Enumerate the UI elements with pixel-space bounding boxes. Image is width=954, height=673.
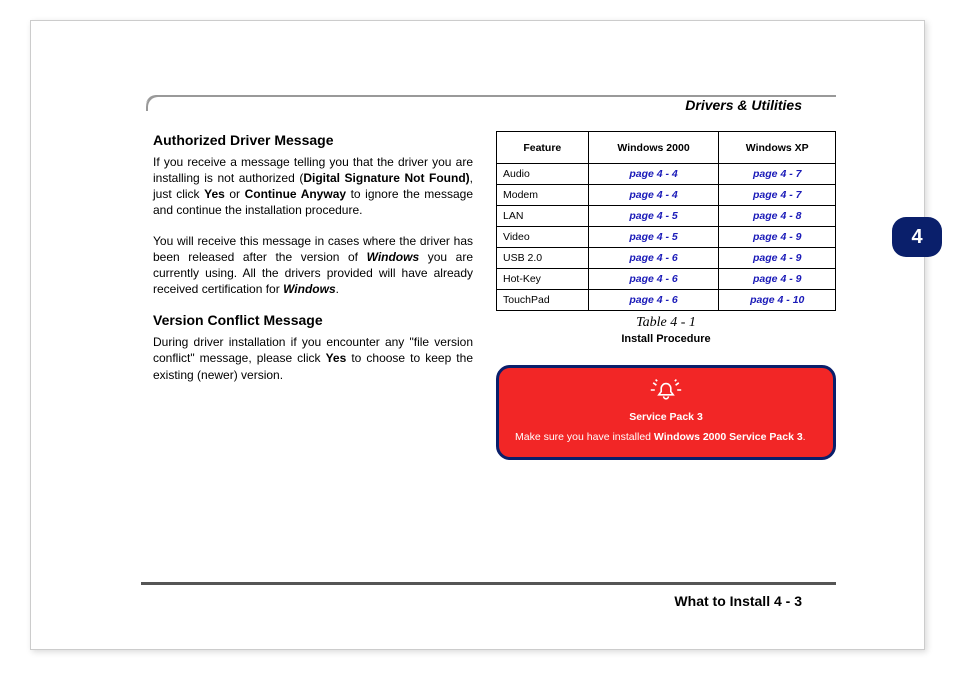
table-subcaption: Install Procedure [496, 333, 836, 345]
cell-page-win2000[interactable]: page 4 - 6 [588, 269, 719, 290]
cell-feature: TouchPad [497, 290, 589, 311]
cell-feature: Video [497, 227, 589, 248]
warning-body: Make sure you have installed Windows 200… [515, 431, 817, 443]
install-procedure-table: Feature Windows 2000 Windows XP Audiopag… [496, 131, 836, 311]
table-row: Modempage 4 - 4page 4 - 7 [497, 185, 836, 206]
cell-page-winxp[interactable]: page 4 - 9 [719, 269, 836, 290]
para-3: During driver installation if you encoun… [153, 334, 473, 383]
table-header-row: Feature Windows 2000 Windows XP [497, 132, 836, 164]
cell-page-win2000[interactable]: page 4 - 6 [588, 248, 719, 269]
alarm-bell-icon [515, 378, 817, 405]
cell-page-winxp[interactable]: page 4 - 7 [719, 164, 836, 185]
table-row: Audiopage 4 - 4page 4 - 7 [497, 164, 836, 185]
th-winxp: Windows XP [719, 132, 836, 164]
warning-title: Service Pack 3 [515, 411, 817, 423]
table-row: Videopage 4 - 5page 4 - 9 [497, 227, 836, 248]
right-column: Feature Windows 2000 Windows XP Audiopag… [496, 131, 836, 460]
para-1: If you receive a message telling you tha… [153, 154, 473, 219]
table-caption: Table 4 - 1 [496, 315, 836, 331]
page: 4 Drivers & Utilities Authorized Driver … [30, 20, 925, 650]
th-feature: Feature [497, 132, 589, 164]
section-title: Drivers & Utilities [685, 97, 802, 113]
footer-text: What to Install 4 - 3 [674, 593, 802, 609]
left-column: Authorized Driver Message If you receive… [153, 131, 473, 397]
cell-feature: USB 2.0 [497, 248, 589, 269]
table-row: USB 2.0page 4 - 6page 4 - 9 [497, 248, 836, 269]
cell-page-win2000[interactable]: page 4 - 4 [588, 185, 719, 206]
cell-page-win2000[interactable]: page 4 - 5 [588, 227, 719, 248]
table-row: Hot-Keypage 4 - 6page 4 - 9 [497, 269, 836, 290]
th-win2000: Windows 2000 [588, 132, 719, 164]
cell-page-win2000[interactable]: page 4 - 4 [588, 164, 719, 185]
table-row: LANpage 4 - 5page 4 - 8 [497, 206, 836, 227]
cell-page-winxp[interactable]: page 4 - 9 [719, 248, 836, 269]
cell-page-winxp[interactable]: page 4 - 10 [719, 290, 836, 311]
cell-feature: LAN [497, 206, 589, 227]
chapter-number: 4 [911, 226, 922, 249]
cell-feature: Hot-Key [497, 269, 589, 290]
cell-page-win2000[interactable]: page 4 - 5 [588, 206, 719, 227]
chapter-tab: 4 [892, 217, 942, 257]
heading-authorized-driver: Authorized Driver Message [153, 131, 473, 150]
cell-page-winxp[interactable]: page 4 - 7 [719, 185, 836, 206]
footer-rule [141, 582, 836, 585]
cell-page-winxp[interactable]: page 4 - 9 [719, 227, 836, 248]
para-2: You will receive this message in cases w… [153, 233, 473, 298]
table-body: Audiopage 4 - 4page 4 - 7Modempage 4 - 4… [497, 164, 836, 311]
warning-box: Service Pack 3 Make sure you have instal… [496, 365, 836, 460]
cell-page-winxp[interactable]: page 4 - 8 [719, 206, 836, 227]
heading-version-conflict: Version Conflict Message [153, 311, 473, 330]
table-row: TouchPadpage 4 - 6page 4 - 10 [497, 290, 836, 311]
cell-feature: Audio [497, 164, 589, 185]
cell-page-win2000[interactable]: page 4 - 6 [588, 290, 719, 311]
cell-feature: Modem [497, 185, 589, 206]
